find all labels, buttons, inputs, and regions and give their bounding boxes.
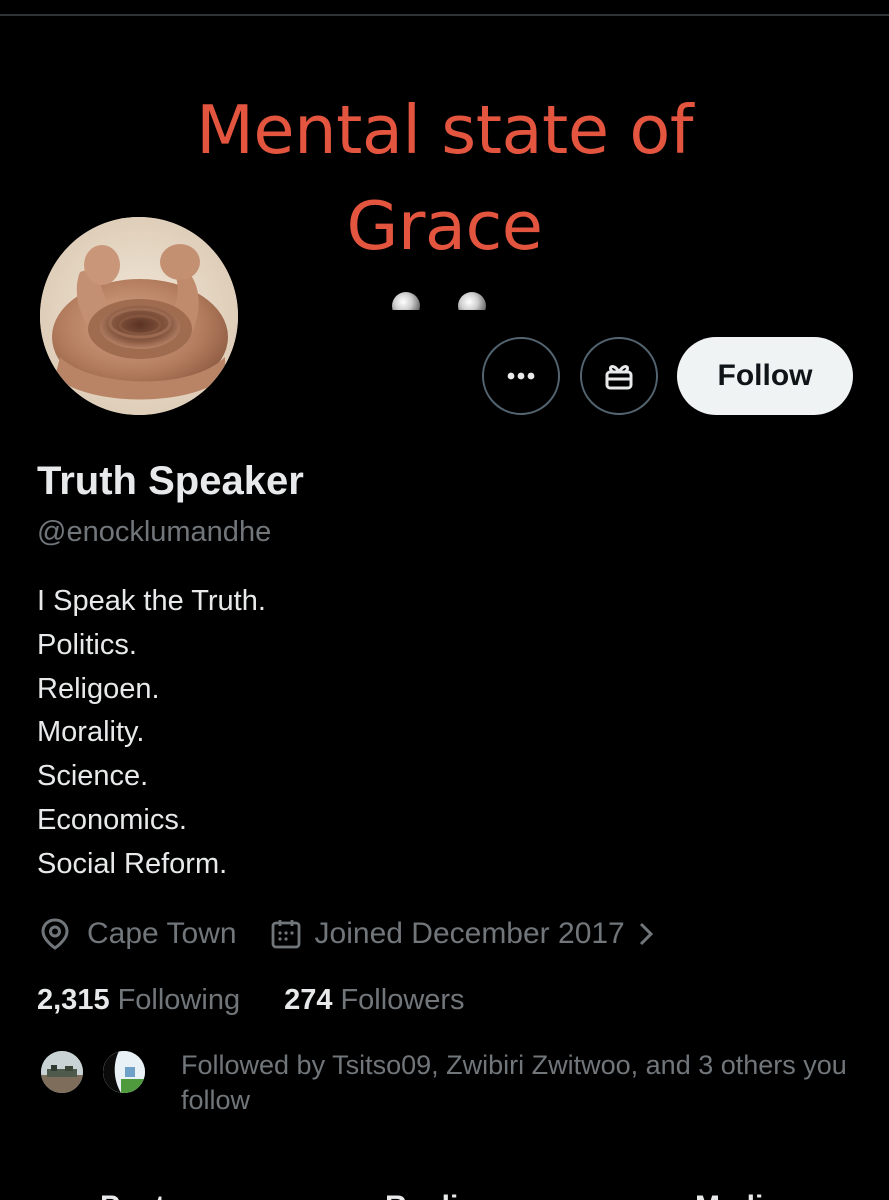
more-options-button[interactable] — [482, 337, 560, 415]
clay-pot-image — [40, 217, 238, 415]
display-name: Truth Speaker — [37, 459, 304, 503]
bio-line: Economics. — [37, 803, 187, 836]
bio-line: Science. — [37, 760, 149, 793]
location-text: Cape Town — [87, 917, 237, 950]
profile-meta: Cape Town Joined December 2017 — [37, 912, 657, 956]
followed-by-text: Followed by Tsitso09, Zwibiri Zwitwoo, a… — [181, 1050, 847, 1115]
location-item: Cape Town — [37, 916, 237, 952]
profile-avatar[interactable] — [36, 213, 242, 419]
following-count: 2,315 — [37, 983, 110, 1016]
avatar-image — [40, 217, 238, 415]
followers-label: Followers — [340, 983, 465, 1016]
follower-avatar-image — [41, 1051, 83, 1093]
ellipsis-icon — [507, 372, 535, 380]
joined-item[interactable]: Joined December 2017 — [269, 917, 657, 951]
profile-bio: I Speak the Truth. Politics. Religoen. M… — [37, 580, 266, 887]
joined-text: Joined December 2017 — [314, 917, 625, 950]
followers-stat[interactable]: 274 Followers — [284, 984, 464, 1017]
tab-replies[interactable]: Replies — [385, 1190, 492, 1200]
follower-avatar-image — [103, 1051, 145, 1093]
calendar-icon — [271, 920, 300, 949]
gift-icon — [605, 365, 633, 390]
followers-count: 274 — [284, 983, 333, 1016]
follow-button[interactable]: Follow — [677, 337, 853, 415]
gift-button[interactable] — [580, 337, 658, 415]
location-pin-icon — [41, 918, 69, 950]
following-stat[interactable]: 2,315 Following — [37, 984, 240, 1017]
profile-tabs: Posts Replies Media — [0, 1180, 889, 1200]
bio-line: I Speak the Truth. — [37, 585, 266, 617]
chevron-right-icon — [639, 922, 653, 946]
followed-by-row[interactable]: Followed by Tsitso09, Zwibiri Zwitwoo, a… — [38, 1048, 861, 1118]
follower-avatar — [100, 1048, 148, 1096]
bio-line: Politics. — [37, 628, 137, 661]
follow-stats: 2,315 Following 274 Followers — [37, 980, 465, 1020]
bio-line: Social Reform. — [37, 847, 228, 880]
tab-posts[interactable]: Posts — [100, 1190, 182, 1200]
banner-text-line1: Mental state of — [196, 91, 693, 169]
banner-ball-mask — [380, 310, 510, 340]
follower-avatar — [38, 1048, 86, 1096]
tab-media[interactable]: Media — [695, 1190, 780, 1200]
bio-line: Religoen. — [37, 672, 160, 705]
following-label: Following — [117, 983, 241, 1016]
profile-handle: @enocklumandhe — [37, 516, 272, 548]
bio-line: Morality. — [37, 716, 145, 749]
